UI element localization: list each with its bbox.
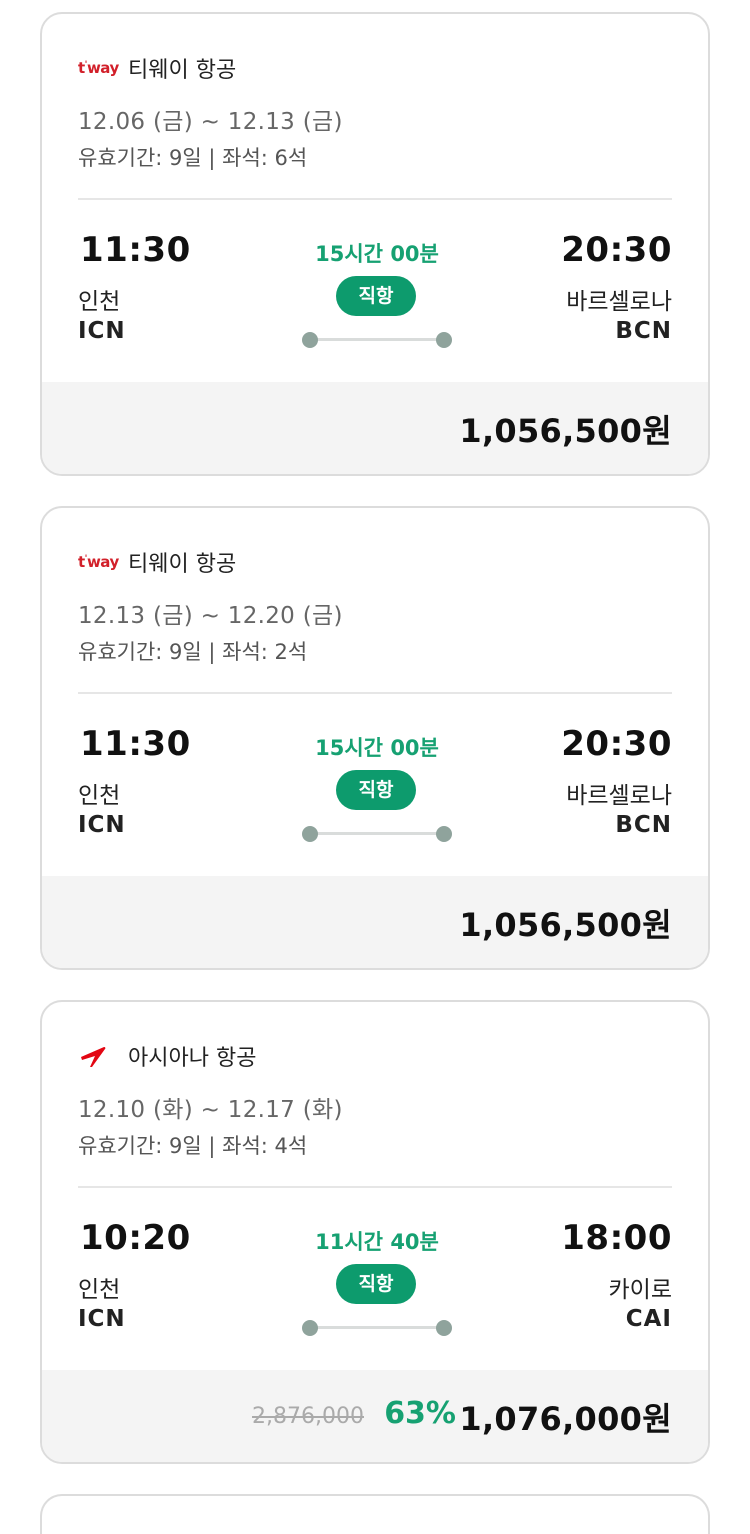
flight-duration: 15시간 00분	[315, 736, 439, 760]
direct-flight-badge: 직항	[336, 1264, 416, 1304]
arrival-city: 카이로	[608, 1277, 672, 1303]
departure-city: 인천	[78, 783, 121, 809]
route-line	[302, 1320, 452, 1336]
flight-card-partial[interactable]	[40, 1494, 710, 1534]
airline-name: 아시아나 항공	[128, 1046, 257, 1071]
divider	[78, 692, 672, 694]
departure-time: 11:30	[80, 230, 191, 270]
flight-card[interactable]: 아시아나 항공 12.10 (화) ~ 12.17 (화) 유효기간: 9일 |…	[40, 1000, 710, 1464]
direct-flight-badge: 직항	[336, 770, 416, 810]
departure-code: ICN	[78, 318, 126, 344]
airline-name: 티웨이 항공	[128, 552, 237, 577]
travel-dates: 12.10 (화) ~ 12.17 (화)	[78, 1097, 343, 1123]
departure-time: 10:20	[80, 1218, 191, 1258]
flight-info: t'way 티웨이 항공 12.13 (금) ~ 12.20 (금) 유효기간:…	[42, 508, 708, 878]
discount-rate: 63%	[384, 1396, 456, 1431]
asiana-logo-icon	[78, 1041, 120, 1071]
airline-name: 티웨이 항공	[128, 58, 237, 83]
price: 1,076,000원	[459, 1400, 672, 1438]
validity-seats: 유효기간: 9일 | 좌석: 2석	[78, 640, 308, 664]
arrival-code: BCN	[615, 812, 672, 838]
route-track	[310, 338, 444, 341]
arrival-code: BCN	[615, 318, 672, 344]
direct-flight-badge: 직항	[336, 276, 416, 316]
flight-duration: 11시간 40분	[315, 1230, 439, 1254]
arrival-code: CAI	[625, 1306, 672, 1332]
airline-header: t'way 티웨이 항공	[78, 546, 236, 578]
flight-list: t'way 티웨이 항공 12.06 (금) ~ 12.13 (금) 유효기간:…	[40, 12, 710, 1534]
departure-city: 인천	[78, 289, 121, 315]
origin-dot-icon	[302, 826, 318, 842]
origin-dot-icon	[302, 1320, 318, 1336]
divider	[78, 1186, 672, 1188]
destination-dot-icon	[436, 332, 452, 348]
airline-header: 아시아나 항공	[78, 1040, 256, 1072]
travel-dates: 12.06 (금) ~ 12.13 (금)	[78, 109, 343, 135]
flight-info: 아시아나 항공 12.10 (화) ~ 12.17 (화) 유효기간: 9일 |…	[42, 1002, 708, 1372]
origin-dot-icon	[302, 332, 318, 348]
validity-seats: 유효기간: 9일 | 좌석: 4석	[78, 1134, 308, 1158]
arrival-time: 20:30	[561, 724, 672, 764]
price-bar: 2,876,000 63% 1,076,000원	[42, 1370, 708, 1462]
travel-dates: 12.13 (금) ~ 12.20 (금)	[78, 603, 343, 629]
flight-card[interactable]: t'way 티웨이 항공 12.06 (금) ~ 12.13 (금) 유효기간:…	[40, 12, 710, 476]
original-price: 2,876,000	[252, 1404, 364, 1429]
arrival-city: 바르셀로나	[566, 289, 672, 315]
destination-dot-icon	[436, 826, 452, 842]
flight-card[interactable]: t'way 티웨이 항공 12.13 (금) ~ 12.20 (금) 유효기간:…	[40, 506, 710, 970]
price: 1,056,500원	[459, 412, 672, 450]
route-line	[302, 332, 452, 348]
arrival-time: 18:00	[561, 1218, 672, 1258]
flight-duration: 15시간 00분	[315, 242, 439, 266]
price-bar: 1,056,500원	[42, 382, 708, 474]
tway-logo-icon: t'way	[78, 59, 119, 77]
route-line	[302, 826, 452, 842]
validity-seats: 유효기간: 9일 | 좌석: 6석	[78, 146, 308, 170]
price-bar: 1,056,500원	[42, 876, 708, 968]
divider	[78, 198, 672, 200]
departure-code: ICN	[78, 1306, 126, 1332]
arrival-time: 20:30	[561, 230, 672, 270]
price: 1,056,500원	[459, 906, 672, 944]
tway-logo-icon: t'way	[78, 553, 119, 571]
route-track	[310, 832, 444, 835]
departure-code: ICN	[78, 812, 126, 838]
route-track	[310, 1326, 444, 1329]
departure-time: 11:30	[80, 724, 191, 764]
destination-dot-icon	[436, 1320, 452, 1336]
flight-info: t'way 티웨이 항공 12.06 (금) ~ 12.13 (금) 유효기간:…	[42, 14, 708, 384]
departure-city: 인천	[78, 1277, 121, 1303]
arrival-city: 바르셀로나	[566, 783, 672, 809]
airline-header: t'way 티웨이 항공	[78, 52, 236, 84]
